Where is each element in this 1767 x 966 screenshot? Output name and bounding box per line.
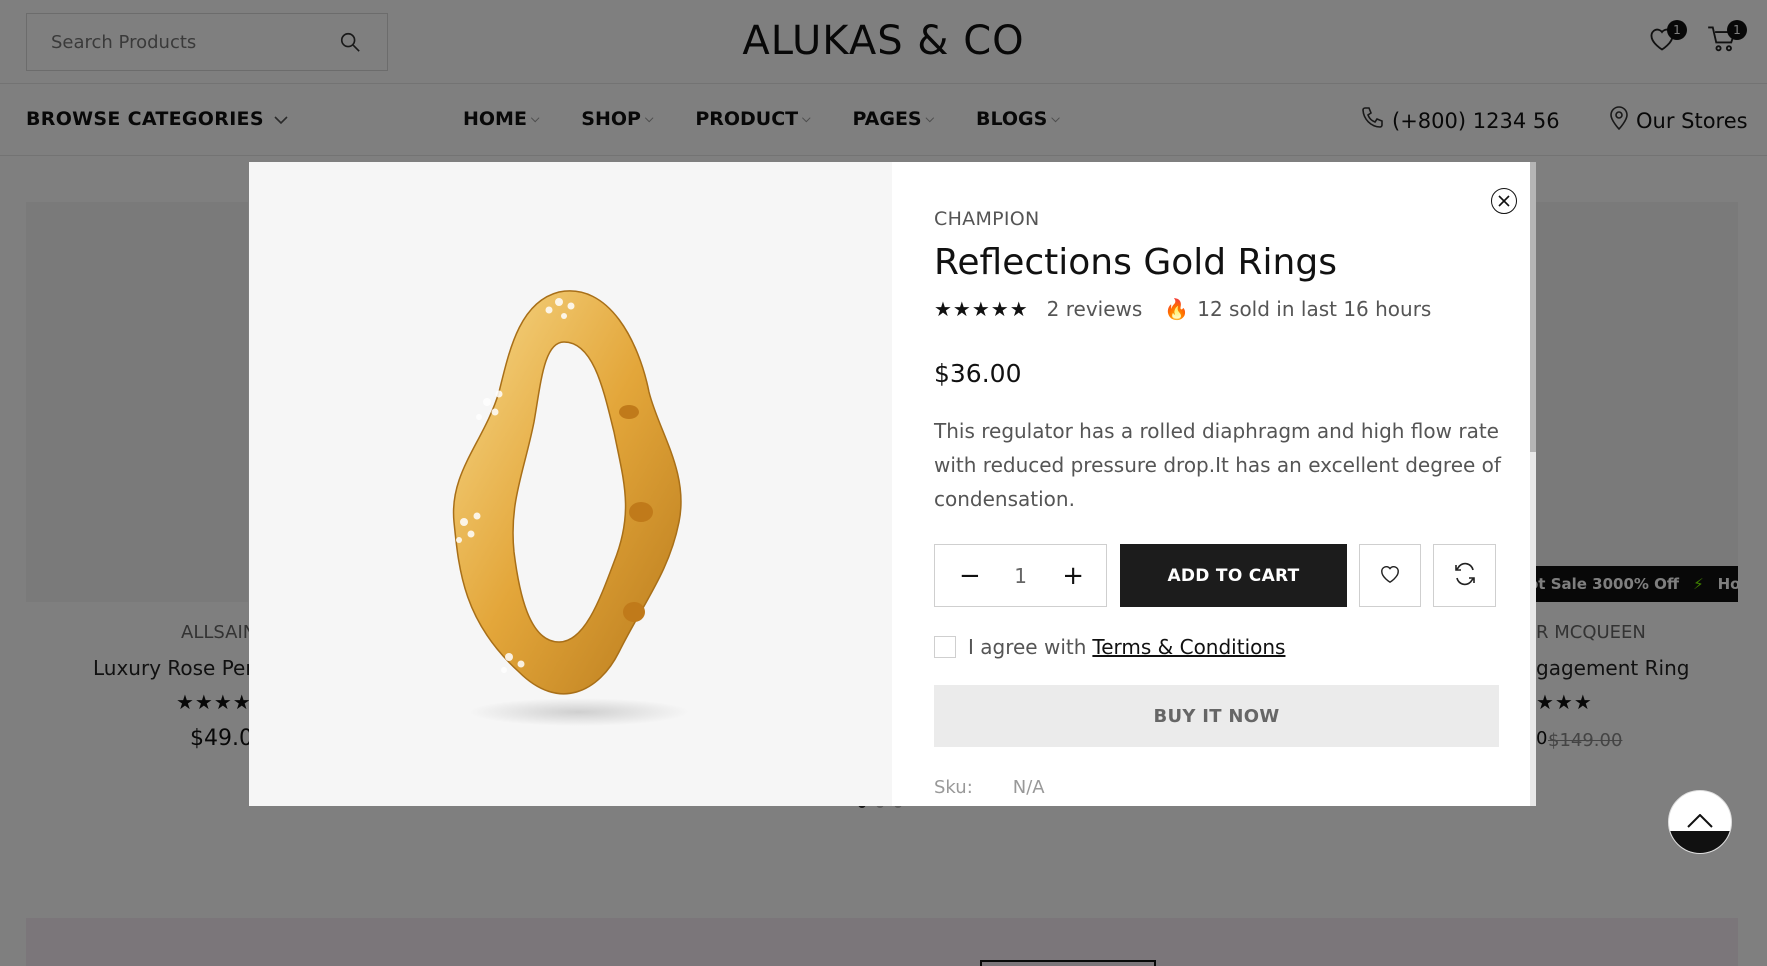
terms-link[interactable]: Terms & Conditions	[1092, 635, 1285, 659]
add-to-wishlist-button[interactable]	[1358, 544, 1422, 607]
product-title: Reflections Gold Rings	[934, 242, 1337, 283]
product-info-panel: CHAMPION Reflections Gold Rings ★★★★★ 2 …	[892, 162, 1536, 806]
fire-icon: 🔥	[1164, 297, 1190, 321]
sku-row: Sku: N/A	[934, 777, 1496, 798]
decrease-quantity-button[interactable]: −	[959, 561, 981, 591]
product-image-gold-ring	[452, 290, 689, 726]
quick-view-modal: CHAMPION Reflections Gold Rings ★★★★★ 2 …	[249, 162, 1536, 806]
buy-it-now-button[interactable]: BUY IT NOW	[934, 685, 1499, 747]
add-to-cart-button[interactable]: ADD TO CART	[1120, 544, 1347, 607]
scroll-to-top-button[interactable]	[1668, 790, 1732, 854]
modal-scrollbar[interactable]	[1530, 162, 1536, 806]
close-modal-button[interactable]	[1491, 188, 1517, 214]
sku-label: Sku:	[934, 777, 973, 798]
close-icon	[1498, 192, 1510, 211]
increase-quantity-button[interactable]: +	[1062, 561, 1084, 591]
heart-icon	[1379, 564, 1401, 588]
sku-value: N/A	[1012, 777, 1045, 798]
quantity-value[interactable]: 1	[1014, 564, 1027, 588]
product-image-panel[interactable]	[249, 162, 892, 806]
product-meta: ★★★★★ 2 reviews 🔥 12 sold in last 16 hou…	[934, 297, 1496, 321]
refresh-compare-icon	[1453, 562, 1477, 590]
terms-checkbox[interactable]	[934, 636, 956, 658]
product-description: This regulator has a rolled diaphragm an…	[934, 419, 1501, 511]
reviews-link[interactable]: 2 reviews	[1047, 297, 1143, 321]
scroll-progress-fill	[1669, 831, 1731, 853]
quantity-stepper: − 1 +	[934, 544, 1108, 607]
chevron-up-icon	[1687, 813, 1713, 832]
rating-stars: ★★★★★	[934, 297, 1029, 321]
sold-count-text: 12 sold in last 16 hours	[1197, 297, 1432, 321]
product-brand[interactable]: CHAMPION	[934, 208, 1496, 230]
product-price: $36.00	[934, 359, 1022, 388]
agree-label: I agree with	[968, 635, 1087, 659]
purchase-actions: − 1 + ADD TO CART	[934, 544, 1496, 607]
scrollbar-thumb[interactable]	[1530, 162, 1536, 452]
compare-button[interactable]	[1433, 544, 1496, 607]
terms-agreement: I agree with Terms & Conditions	[934, 635, 1496, 659]
